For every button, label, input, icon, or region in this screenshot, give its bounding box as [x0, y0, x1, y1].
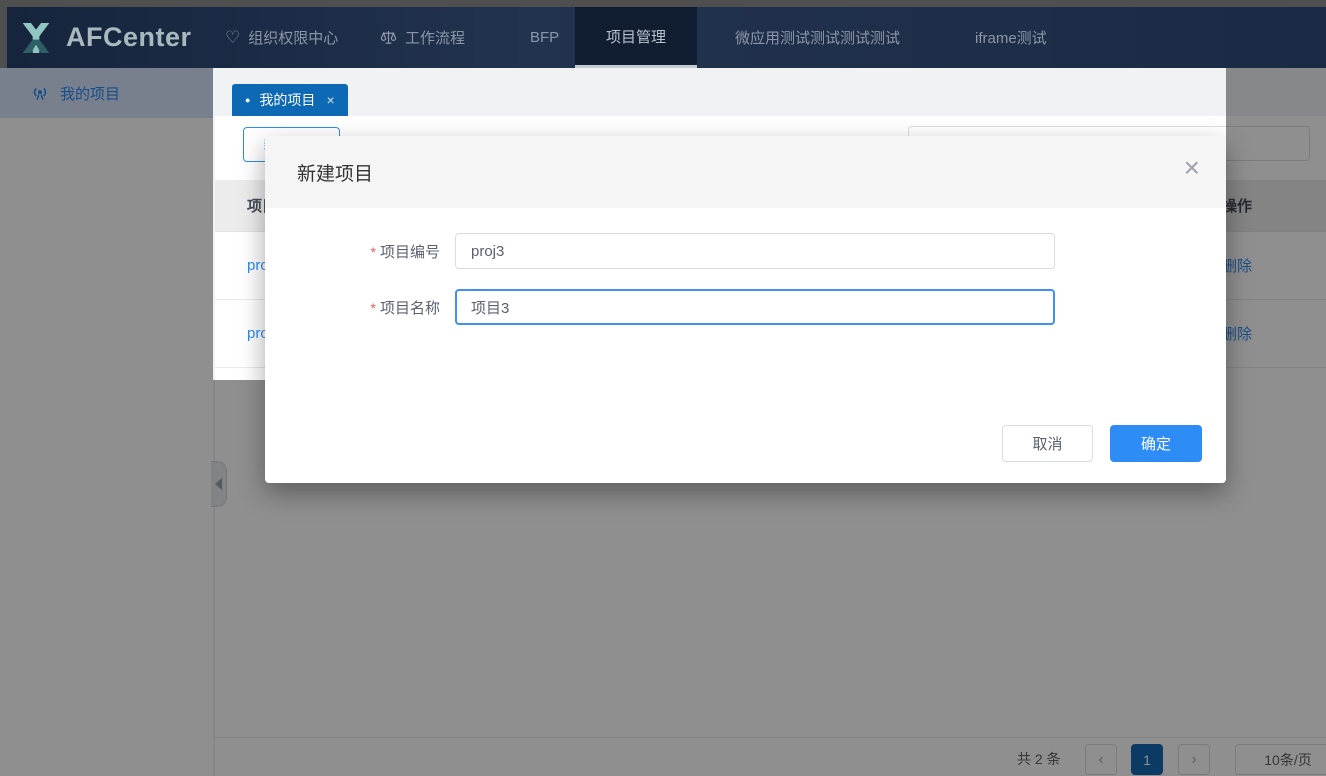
new-project-modal: 新建项目 × *项目编号 *项目名称 取消 确定 — [265, 136, 1226, 483]
project-name-input[interactable] — [455, 289, 1055, 325]
scale-icon — [380, 29, 397, 46]
nav-item-label: iframe测试 — [975, 27, 1047, 48]
nav-item-microapp-test[interactable]: 微应用测试测试测试测试 — [735, 7, 900, 68]
nav-item-iframe-test[interactable]: iframe测试 — [975, 7, 1047, 68]
form-row-project-code: *项目编号 — [265, 233, 1055, 269]
tab-active-dot: ● — [245, 96, 250, 105]
nav-item-workflow[interactable]: 工作流程 — [380, 7, 465, 68]
app-logo[interactable]: AFCenter — [16, 7, 192, 68]
browser-frame-top — [0, 0, 1326, 7]
modal-header: 新建项目 × — [265, 136, 1226, 208]
modal-mask-left — [0, 68, 213, 776]
browser-frame-left — [0, 7, 7, 68]
afcenter-logo-icon — [16, 18, 56, 58]
required-asterisk: * — [371, 244, 376, 260]
form-row-project-name: *项目名称 — [265, 289, 1055, 325]
field-label-project-code: *项目编号 — [265, 241, 455, 262]
nav-item-bfp[interactable]: BFP — [530, 7, 559, 68]
modal-title: 新建项目 — [297, 159, 373, 186]
field-label-project-name: *项目名称 — [265, 297, 455, 318]
nav-item-label: 项目管理 — [606, 26, 666, 47]
modal-close-icon[interactable]: × — [1184, 154, 1200, 182]
nav-item-label: 工作流程 — [405, 27, 465, 48]
nav-item-label: BFP — [530, 29, 559, 46]
project-code-input[interactable] — [455, 233, 1055, 269]
cancel-button[interactable]: 取消 — [1002, 425, 1093, 462]
modal-footer: 取消 确定 — [1002, 425, 1202, 462]
modal-mask-right — [1226, 68, 1326, 776]
nav-item-project-management[interactable]: 项目管理 — [575, 7, 697, 68]
nav-item-label: 微应用测试测试测试测试 — [735, 27, 900, 48]
confirm-button[interactable]: 确定 — [1110, 425, 1202, 462]
tab-label: 我的项目 — [259, 90, 315, 110]
tab-close-icon[interactable]: × — [326, 92, 334, 108]
required-asterisk: * — [371, 300, 376, 316]
nav-item-org-permission[interactable]: ♡ 组织权限中心 — [225, 7, 338, 68]
nav-item-label: 组织权限中心 — [248, 27, 338, 48]
tab-my-projects[interactable]: ● 我的项目 × — [232, 84, 348, 116]
tab-bar: ● 我的项目 × — [215, 68, 1326, 116]
app-title: AFCenter — [66, 22, 192, 53]
top-nav-bar: AFCenter ♡ 组织权限中心 工作流程 BFP 项目管理 微应用测试测试测… — [0, 7, 1326, 68]
heart-icon: ♡ — [225, 29, 240, 46]
